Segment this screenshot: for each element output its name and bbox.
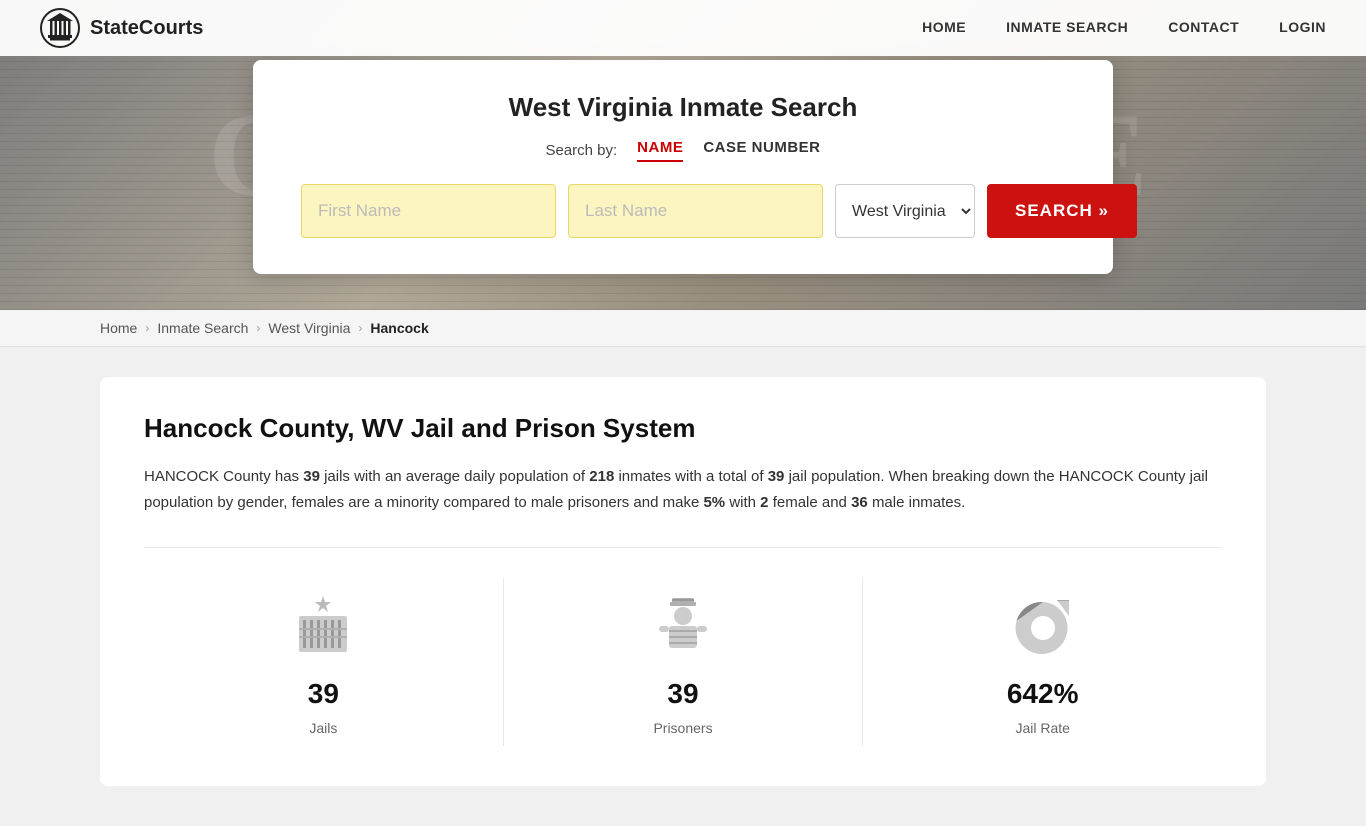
nav-inmate-search[interactable]: INMATE SEARCH xyxy=(1006,19,1128,35)
breadcrumb-sep-2: › xyxy=(256,321,260,335)
search-card-title: West Virginia Inmate Search xyxy=(301,92,1065,123)
jails-icon xyxy=(283,588,363,668)
desc-pct: 5% xyxy=(703,494,725,511)
site-logo[interactable]: StateCourts xyxy=(40,8,203,48)
prisoners-label: Prisoners xyxy=(653,720,712,736)
nav-login[interactable]: LOGIN xyxy=(1279,19,1326,35)
breadcrumb: Home › Inmate Search › West Virginia › H… xyxy=(0,310,1366,347)
last-name-input[interactable] xyxy=(568,184,823,238)
desc-mid2: inmates with a total of xyxy=(618,468,767,485)
desc-male: 36 xyxy=(851,494,868,511)
jail-rate-label: Jail Rate xyxy=(1015,720,1069,736)
desc-jails: 39 xyxy=(303,468,320,485)
stat-jail-rate: 642% Jail Rate xyxy=(863,578,1222,746)
search-button[interactable]: SEARCH » xyxy=(987,184,1137,238)
breadcrumb-sep-3: › xyxy=(358,321,362,335)
prisoners-icon xyxy=(643,588,723,668)
top-navigation: StateCourts HOME INMATE SEARCH CONTACT L… xyxy=(0,0,1366,56)
jails-number: 39 xyxy=(308,678,339,710)
stats-row: 39 Jails xyxy=(144,547,1222,746)
desc-female: 2 xyxy=(760,494,768,511)
jails-label: Jails xyxy=(309,720,337,736)
first-name-input[interactable] xyxy=(301,184,556,238)
county-title: Hancock County, WV Jail and Prison Syste… xyxy=(144,413,1222,444)
desc-total: 39 xyxy=(768,468,785,485)
nav-home[interactable]: HOME xyxy=(922,19,966,35)
search-fields: West Virginia Alabama Alaska Arizona Cal… xyxy=(301,184,1065,238)
tab-name[interactable]: NAME xyxy=(637,139,683,162)
desc-pre1: HANCOCK County has xyxy=(144,468,303,485)
search-by-row: Search by: NAME CASE NUMBER xyxy=(301,139,1065,162)
desc-mid5: female and xyxy=(773,494,851,511)
breadcrumb-state[interactable]: West Virginia xyxy=(268,320,350,336)
logo-text: StateCourts xyxy=(90,17,203,40)
main-content: Hancock County, WV Jail and Prison Syste… xyxy=(0,347,1366,826)
desc-post: male inmates. xyxy=(872,494,965,511)
stat-jails: 39 Jails xyxy=(144,578,504,746)
desc-mid1: jails with an average daily population o… xyxy=(324,468,589,485)
hero-section: COURTHOUSE StateCourts HOME INMATE SEARC… xyxy=(0,0,1366,310)
breadcrumb-current: Hancock xyxy=(370,320,428,336)
stat-prisoners: 39 Prisoners xyxy=(504,578,864,746)
content-card: Hancock County, WV Jail and Prison Syste… xyxy=(100,377,1266,786)
prisoners-number: 39 xyxy=(667,678,698,710)
nav-contact[interactable]: CONTACT xyxy=(1168,19,1239,35)
search-by-label: Search by: xyxy=(545,142,617,159)
desc-pop: 218 xyxy=(589,468,614,485)
jail-rate-icon xyxy=(1003,588,1083,668)
tab-case-number[interactable]: CASE NUMBER xyxy=(703,139,820,162)
breadcrumb-sep-1: › xyxy=(145,321,149,335)
desc-mid4: with xyxy=(729,494,760,511)
breadcrumb-home[interactable]: Home xyxy=(100,320,137,336)
state-select[interactable]: West Virginia Alabama Alaska Arizona Cal… xyxy=(835,184,975,238)
search-card: West Virginia Inmate Search Search by: N… xyxy=(253,60,1113,274)
breadcrumb-inmate-search[interactable]: Inmate Search xyxy=(157,320,248,336)
logo-icon xyxy=(40,8,80,48)
jail-rate-number: 642% xyxy=(1007,678,1079,710)
county-description: HANCOCK County has 39 jails with an aver… xyxy=(144,464,1222,515)
nav-links: HOME INMATE SEARCH CONTACT LOGIN xyxy=(922,19,1326,37)
